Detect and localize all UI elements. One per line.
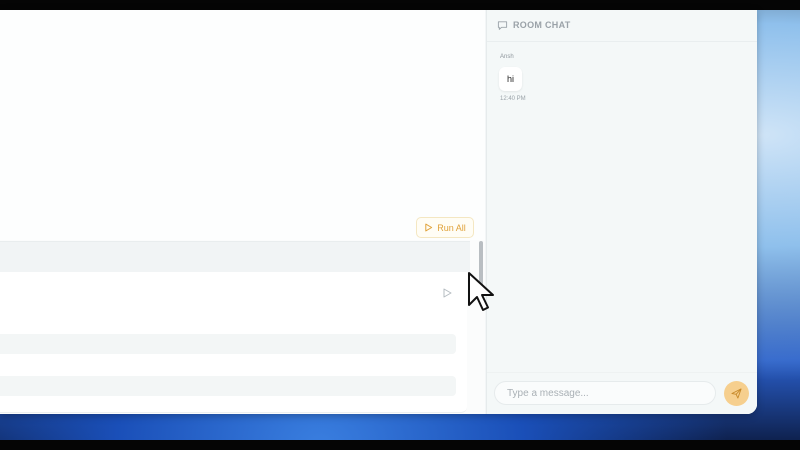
message-bubble: hi [499,67,522,91]
play-icon [425,223,433,232]
section-divider [0,241,470,272]
send-button[interactable] [724,381,749,406]
cell-header[interactable] [0,272,467,312]
chat-title: ROOM CHAT [513,20,571,30]
screen-top-edge [0,0,800,10]
message-text: hi [506,74,514,84]
chat-bubble-icon [497,21,508,30]
run-all-button[interactable]: Run All [416,217,474,238]
notebook-panel: Run All [0,10,485,414]
message-timestamp: 12:40 PM [500,96,526,102]
cell-output-line [0,334,456,354]
chat-message-input[interactable] [494,381,716,405]
room-chat-panel: ROOM CHAT Ansh hi 12:40 PM [486,10,757,414]
send-icon [731,388,742,399]
run-all-label: Run All [437,222,466,233]
chat-input-bar [487,372,757,414]
mouse-pointer-icon [468,272,494,311]
message-author: Ansh [500,54,514,60]
editor-area[interactable] [0,10,485,240]
taskbar-edge [0,440,800,450]
run-cell-play-icon[interactable] [441,287,453,299]
cell-output-line [0,376,456,396]
app-window: Run All ROOM CHAT Ansh hi 12:40 PM [0,10,757,414]
code-cell [0,272,467,413]
chat-header: ROOM CHAT [487,10,757,42]
